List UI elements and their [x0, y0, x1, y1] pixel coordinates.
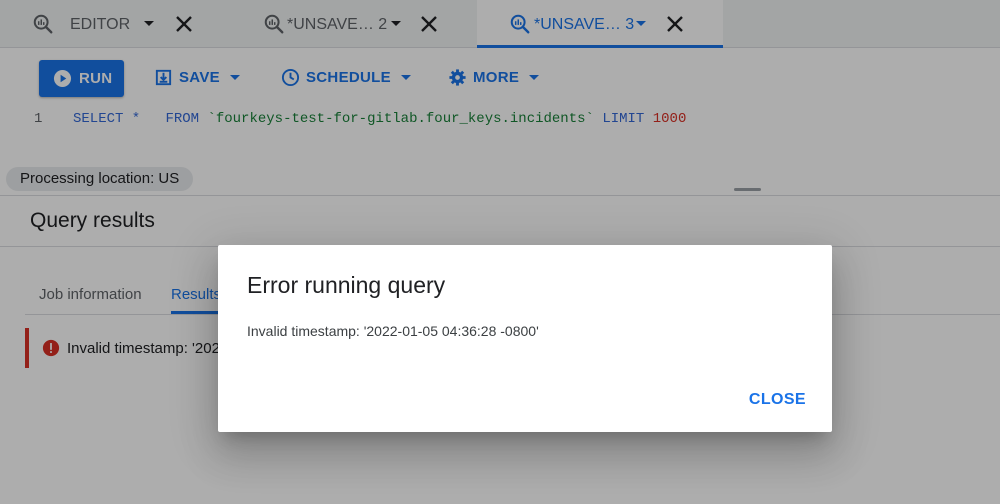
dialog-message: Invalid timestamp: '2022-01-05 04:36:28 …	[247, 323, 539, 339]
dialog-title: Error running query	[247, 272, 446, 298]
close-button[interactable]: CLOSE	[749, 391, 806, 409]
error-dialog: Error running query Invalid timestamp: '…	[218, 245, 832, 432]
